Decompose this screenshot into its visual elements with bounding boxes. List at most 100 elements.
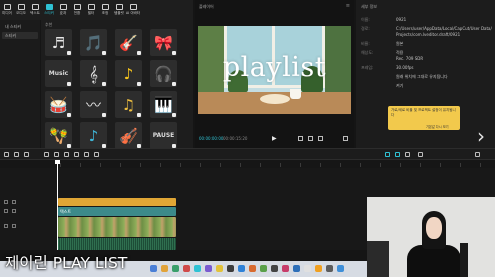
split-right-icon[interactable]: [64, 152, 69, 157]
download-icon[interactable]: [67, 82, 71, 86]
sidebar-item[interactable]: [2, 68, 38, 75]
taskbar-app-icon[interactable]: [205, 265, 212, 272]
mute-icon[interactable]: [12, 200, 16, 204]
sidebar-item[interactable]: [2, 50, 38, 57]
sticker-tile[interactable]: Music: [45, 60, 72, 87]
download-icon[interactable]: [137, 82, 141, 86]
sticker-tile[interactable]: 🪇: [45, 122, 72, 149]
taskbar-app-icon[interactable]: [194, 265, 201, 272]
taskbar-app-icon[interactable]: [315, 265, 322, 272]
toolbar-tool[interactable]: 조정: [98, 0, 112, 20]
split-left-icon[interactable]: [54, 152, 59, 157]
audio-waveform-clip[interactable]: [58, 238, 176, 250]
select-icon[interactable]: [4, 152, 9, 157]
chevron-right-icon[interactable]: ›: [477, 124, 485, 148]
taskbar-app-icon[interactable]: [337, 265, 344, 272]
sidebar-item[interactable]: [2, 41, 38, 48]
download-icon[interactable]: [172, 82, 176, 86]
sticker-tile[interactable]: 🎀: [150, 29, 177, 56]
play-icon[interactable]: ▶: [272, 135, 277, 142]
sticker-tile[interactable]: ♫: [115, 91, 142, 118]
playhead[interactable]: [57, 160, 58, 250]
playhead-handle[interactable]: [55, 160, 60, 164]
sticker-tile[interactable]: 🎵: [80, 29, 107, 56]
taskbar-app-icon[interactable]: [282, 265, 289, 272]
tool-icon: [73, 4, 81, 10]
link-icon[interactable]: [395, 152, 400, 157]
download-icon[interactable]: [102, 113, 106, 117]
sticker-tile[interactable]: 🎻: [115, 122, 142, 149]
taskbar-app-icon[interactable]: [260, 265, 267, 272]
sidebar-item[interactable]: [2, 59, 38, 66]
taskbar-app-icon[interactable]: [227, 265, 234, 272]
toolbar-tool[interactable]: 효과: [56, 0, 70, 20]
eye-icon[interactable]: [12, 224, 16, 228]
fullscreen-icon[interactable]: [343, 136, 348, 141]
sticker-tile[interactable]: 🎹: [150, 91, 177, 118]
toolbar-tool[interactable]: 미디어: [0, 0, 14, 20]
menu-icon[interactable]: ≡: [346, 3, 350, 9]
video-preview[interactable]: playlist: [198, 26, 351, 114]
zoom-in-icon[interactable]: [475, 152, 480, 157]
taskbar-app-icon[interactable]: [150, 265, 157, 272]
toolbar-tool[interactable]: 전환: [70, 0, 84, 20]
download-icon[interactable]: [67, 113, 71, 117]
zoom-out-icon[interactable]: [418, 152, 423, 157]
taskbar-app-icon[interactable]: [293, 265, 300, 272]
mirror-icon[interactable]: [94, 152, 99, 157]
download-icon[interactable]: [172, 113, 176, 117]
download-icon[interactable]: [172, 51, 176, 55]
tooltip-button[interactable]: 기본값 다시 보기: [426, 124, 456, 129]
taskbar-app-icon[interactable]: [172, 265, 179, 272]
sticker-tile[interactable]: ♬: [45, 29, 72, 56]
lock-icon[interactable]: [4, 200, 8, 204]
video-clip[interactable]: [58, 217, 176, 237]
zoom-icon[interactable]: [298, 136, 303, 141]
taskbar-app-icon[interactable]: [216, 265, 223, 272]
eye-icon[interactable]: [12, 209, 16, 213]
sticker-clip[interactable]: [58, 198, 176, 206]
lock-icon[interactable]: [4, 224, 8, 228]
ratio-icon[interactable]: [318, 136, 323, 141]
sticker-tile[interactable]: PAUSE: [150, 122, 177, 149]
text-clip[interactable]: 텍스트: [58, 207, 176, 216]
download-icon[interactable]: [102, 82, 106, 86]
sticker-tile[interactable]: 🎸: [115, 29, 142, 56]
taskbar-app-icon[interactable]: [161, 265, 168, 272]
toolbar-tool[interactable]: 필터: [84, 0, 98, 20]
taskbar-app-icon[interactable]: [304, 265, 311, 272]
freeze-icon[interactable]: [84, 152, 89, 157]
sidebar-item[interactable]: 내 스티커: [2, 23, 38, 30]
taskbar-app-icon[interactable]: [271, 265, 278, 272]
redo-icon[interactable]: [24, 152, 29, 157]
taskbar-app-icon[interactable]: [326, 265, 333, 272]
sticker-tile[interactable]: ♪: [80, 122, 107, 149]
taskbar-app-icon[interactable]: [238, 265, 245, 272]
sticker-tile[interactable]: 🎧: [150, 60, 177, 87]
preview-axis-icon[interactable]: [405, 152, 410, 157]
toolbar-tool[interactable]: AI 아바타: [126, 0, 140, 20]
undo-icon[interactable]: [14, 152, 19, 157]
toolbar-tool[interactable]: 텍스트: [28, 0, 42, 20]
download-icon[interactable]: [137, 113, 141, 117]
sticker-tile[interactable]: 🥁: [45, 91, 72, 118]
taskbar-app-icon[interactable]: [183, 265, 190, 272]
toolbar-tool[interactable]: 템플릿: [112, 0, 126, 20]
sidebar-item[interactable]: 스티커: [2, 32, 38, 39]
download-icon[interactable]: [102, 51, 106, 55]
crop-icon[interactable]: [308, 136, 313, 141]
sticker-tile[interactable]: 〰: [80, 91, 107, 118]
download-icon[interactable]: [137, 51, 141, 55]
sticker-tile[interactable]: 𝄞: [80, 60, 107, 87]
taskbar-app-icon[interactable]: [249, 265, 256, 272]
magnet-icon[interactable]: [385, 152, 390, 157]
download-icon[interactable]: [67, 51, 71, 55]
ruler-tick: [140, 163, 141, 167]
sticker-tile[interactable]: ♪: [115, 60, 142, 87]
toolbar-tool[interactable]: 오디오: [14, 0, 28, 20]
lock-icon[interactable]: [4, 209, 8, 213]
toolbar-tool[interactable]: 스티커: [42, 0, 56, 20]
split-icon[interactable]: [44, 152, 49, 157]
detail-value: Projects/com.lveditor.draft/0921: [396, 32, 461, 37]
delete-icon[interactable]: [74, 152, 79, 157]
